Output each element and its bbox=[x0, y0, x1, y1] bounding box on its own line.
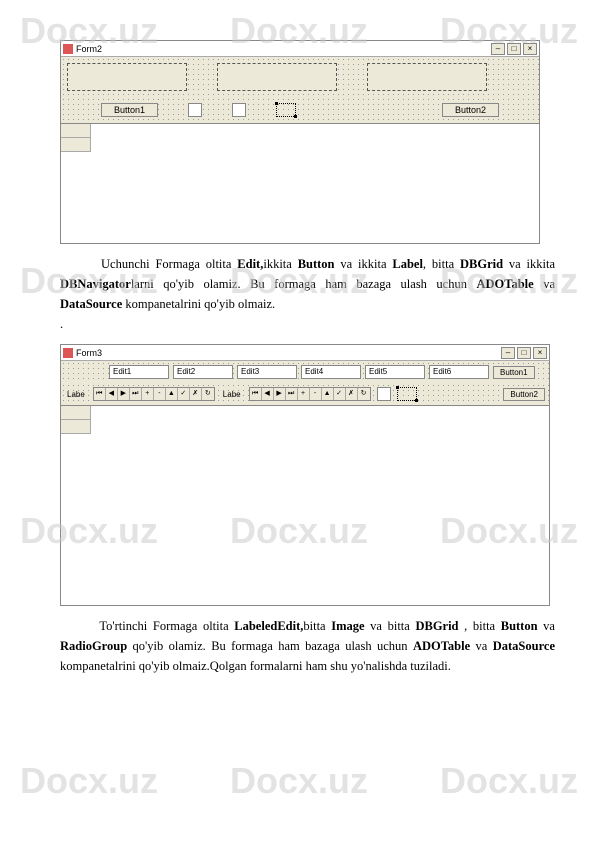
nav-edit-icon[interactable]: ▲ bbox=[322, 388, 334, 400]
form3-dbgrid[interactable] bbox=[61, 405, 549, 605]
placeholder-box bbox=[67, 63, 187, 91]
maximize-button[interactable]: □ bbox=[517, 347, 531, 359]
paragraph-1: Uchunchi Formaga oltita Edit,ikkita Butt… bbox=[60, 254, 555, 334]
nav-next-icon[interactable]: ▶ bbox=[274, 388, 286, 400]
paragraph-2: To'rtinchi Formaga oltita LabeledEdit,bi… bbox=[60, 616, 555, 676]
minimize-button[interactable]: – bbox=[501, 347, 515, 359]
form3-label: Labe bbox=[65, 390, 87, 399]
dbnavigator-1[interactable]: ⏮ ◀ ▶ ⏭ + - ▲ ✓ ✗ ↻ bbox=[93, 387, 215, 401]
nav-delete-icon[interactable]: - bbox=[154, 388, 166, 400]
form-icon bbox=[63, 44, 73, 54]
nav-delete-icon[interactable]: - bbox=[310, 388, 322, 400]
placeholder-box bbox=[367, 63, 487, 91]
form3-edit-row: Edit1 Edit2 Edit3 Edit4 Edit5 Edit6 Butt… bbox=[61, 361, 549, 383]
form3-button2[interactable]: Button2 bbox=[503, 388, 545, 401]
form2-window: Form2 – □ × Button1 Button2 bbox=[60, 40, 540, 244]
nav-cancel-icon[interactable]: ✗ bbox=[346, 388, 358, 400]
nav-first-icon[interactable]: ⏮ bbox=[250, 388, 262, 400]
page-content: Form2 – □ × Button1 Button2 Uch bbox=[0, 0, 595, 706]
form3-nav-row: Labe ⏮ ◀ ▶ ⏭ + - ▲ ✓ ✗ ↻ Labe ⏮ ◀ ▶ ⏭ + … bbox=[61, 383, 549, 405]
nav-prior-icon[interactable]: ◀ bbox=[262, 388, 274, 400]
edit-field-5[interactable]: Edit5 bbox=[365, 365, 425, 379]
form3-titlebar: Form3 – □ × bbox=[61, 345, 549, 361]
nav-edit-icon[interactable]: ▲ bbox=[166, 388, 178, 400]
edit-field-3[interactable]: Edit3 bbox=[237, 365, 297, 379]
form2-design-area bbox=[61, 57, 539, 97]
nav-insert-icon[interactable]: + bbox=[298, 388, 310, 400]
form-icon bbox=[63, 348, 73, 358]
watermark: Docx.uz bbox=[20, 760, 158, 802]
form2-button-row: Button1 Button2 bbox=[61, 97, 539, 123]
placeholder-box bbox=[217, 63, 337, 91]
minimize-button[interactable]: – bbox=[491, 43, 505, 55]
component-icon[interactable] bbox=[377, 387, 391, 401]
selected-component[interactable] bbox=[276, 103, 296, 117]
nav-post-icon[interactable]: ✓ bbox=[178, 388, 190, 400]
form3-window: Form3 – □ × Edit1 Edit2 Edit3 Edit4 Edit… bbox=[60, 344, 550, 606]
edit-field-6[interactable]: Edit6 bbox=[429, 365, 489, 379]
nav-next-icon[interactable]: ▶ bbox=[118, 388, 130, 400]
watermark: Docx.uz bbox=[230, 760, 368, 802]
nav-first-icon[interactable]: ⏮ bbox=[94, 388, 106, 400]
dbnavigator-2[interactable]: ⏮ ◀ ▶ ⏭ + - ▲ ✓ ✗ ↻ bbox=[249, 387, 371, 401]
edit-field-4[interactable]: Edit4 bbox=[301, 365, 361, 379]
component-icon[interactable] bbox=[232, 103, 246, 117]
watermark: Docx.uz bbox=[440, 760, 578, 802]
edit-field-1[interactable]: Edit1 bbox=[109, 365, 169, 379]
component-icon[interactable] bbox=[188, 103, 202, 117]
close-button[interactable]: × bbox=[533, 347, 547, 359]
nav-last-icon[interactable]: ⏭ bbox=[130, 388, 142, 400]
nav-refresh-icon[interactable]: ↻ bbox=[202, 388, 214, 400]
selected-component[interactable] bbox=[397, 387, 417, 401]
form2-button2[interactable]: Button2 bbox=[442, 103, 499, 117]
form3-label-2: Labe bbox=[221, 390, 243, 399]
nav-last-icon[interactable]: ⏭ bbox=[286, 388, 298, 400]
form2-dbgrid[interactable] bbox=[61, 123, 539, 243]
form2-titlebar: Form2 – □ × bbox=[61, 41, 539, 57]
grid-indicator-cell bbox=[61, 138, 91, 152]
nav-post-icon[interactable]: ✓ bbox=[334, 388, 346, 400]
form3-title: Form3 bbox=[76, 348, 501, 358]
nav-insert-icon[interactable]: + bbox=[142, 388, 154, 400]
grid-indicator-cell bbox=[61, 420, 91, 434]
maximize-button[interactable]: □ bbox=[507, 43, 521, 55]
grid-header-cell bbox=[61, 124, 91, 138]
close-button[interactable]: × bbox=[523, 43, 537, 55]
form2-title: Form2 bbox=[76, 44, 491, 54]
nav-refresh-icon[interactable]: ↻ bbox=[358, 388, 370, 400]
grid-header-cell bbox=[61, 406, 91, 420]
edit-field-2[interactable]: Edit2 bbox=[173, 365, 233, 379]
form3-button1[interactable]: Button1 bbox=[493, 366, 535, 379]
nav-prior-icon[interactable]: ◀ bbox=[106, 388, 118, 400]
nav-cancel-icon[interactable]: ✗ bbox=[190, 388, 202, 400]
form2-button1[interactable]: Button1 bbox=[101, 103, 158, 117]
